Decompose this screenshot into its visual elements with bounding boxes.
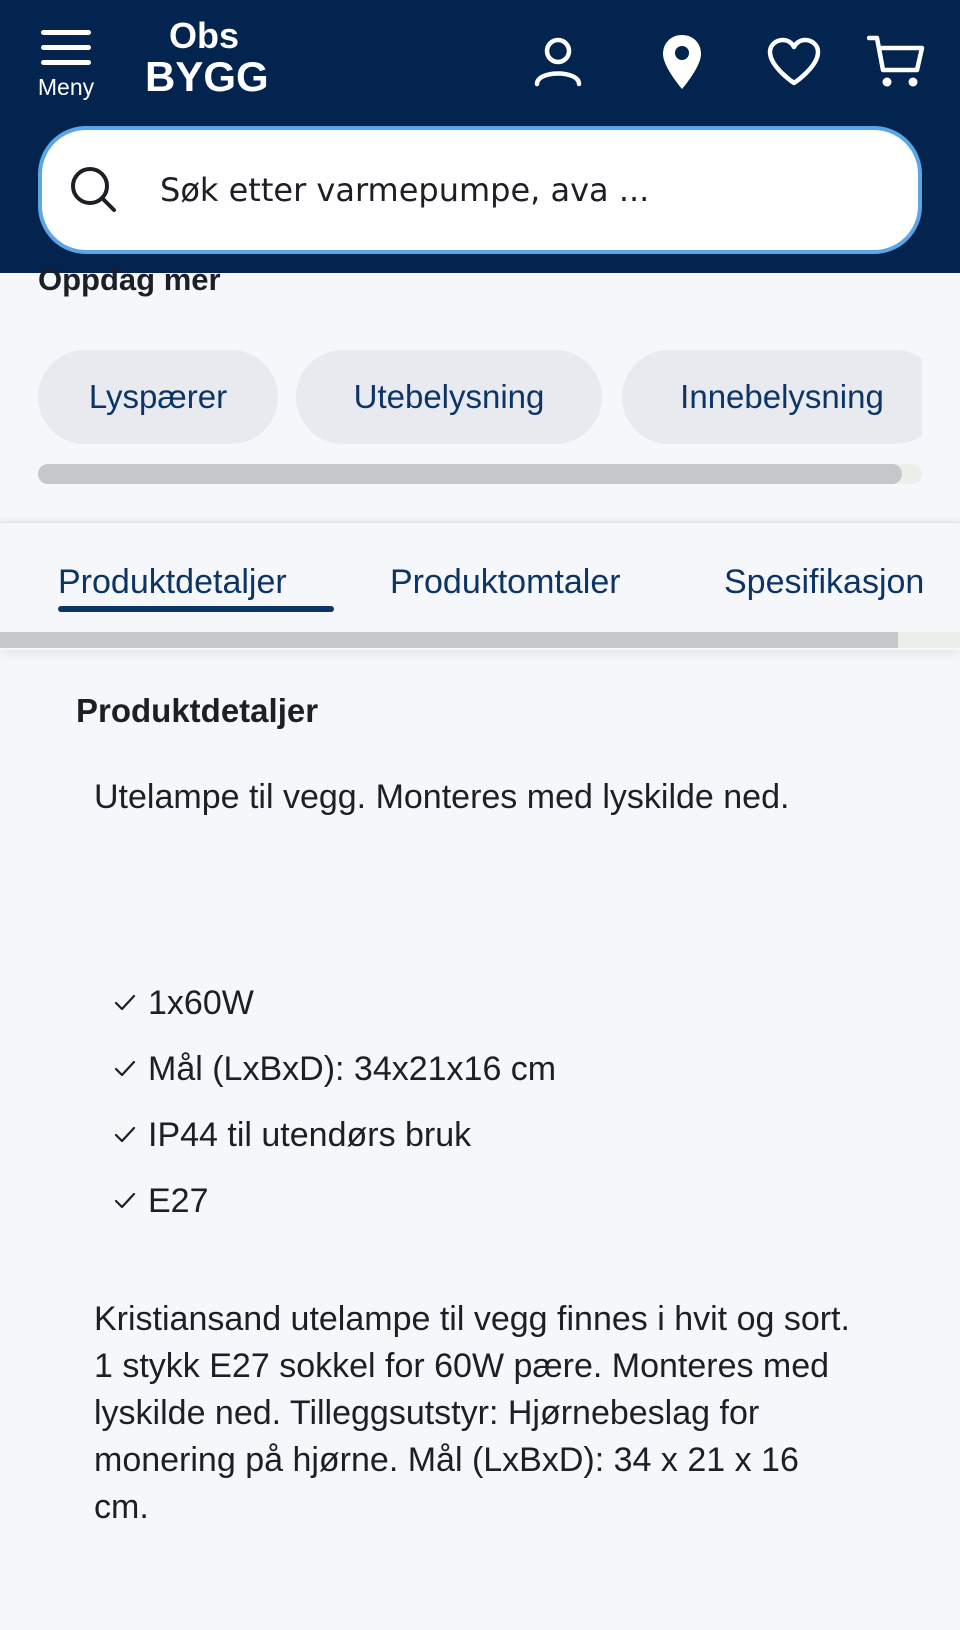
feature-item: IP44 til utendørs bruk (112, 1102, 812, 1168)
store-locator-button[interactable] (650, 30, 714, 94)
site-header: Meny Obs BYGG (0, 0, 960, 273)
active-tab-indicator (58, 606, 334, 612)
check-icon (114, 994, 136, 1011)
chip-utebelysning[interactable]: Utebelysning (296, 350, 602, 444)
menu-button[interactable]: Meny (28, 28, 104, 104)
feature-text: 1x60W (148, 983, 254, 1022)
menu-label: Meny (37, 74, 95, 100)
cart-icon (867, 35, 925, 87)
page: Meny Obs BYGG Søk etter varmepumpe, ava … (0, 0, 960, 1630)
chip-innebelysning[interactable]: Innebelysning (622, 350, 922, 444)
obs-bygg-logo[interactable]: Obs BYGG (145, 15, 269, 100)
chip-scrollbar[interactable] (38, 464, 922, 484)
menu-icon (41, 30, 91, 65)
product-intro-text: Utelampe til vegg. Monteres med lyskilde… (94, 778, 790, 816)
feature-list: 1x60W Mål (LxBxD): 34x21x16 cm IP44 til … (112, 970, 812, 1234)
search-input[interactable] (160, 150, 860, 230)
tab-produktomtaler[interactable]: Produktomtaler (390, 563, 621, 602)
check-icon (114, 1126, 136, 1143)
category-chip-list: Lyspærer Utebelysning Innebelysning (38, 350, 922, 446)
product-description-text: Kristiansand utelampe til vegg finnes i … (94, 1300, 850, 1526)
chip-lyspaerer[interactable]: Lyspærer (38, 350, 278, 444)
tabs-scrollbar-thumb[interactable] (0, 632, 898, 648)
product-details-heading: Produktdetaljer (76, 692, 319, 729)
chip-scrollbar-thumb[interactable] (38, 464, 902, 484)
search-bar[interactable] (38, 126, 922, 254)
check-icon (114, 1060, 136, 1077)
logo-bottom-text: BYGG (145, 53, 269, 100)
feature-text: E27 (148, 1181, 209, 1220)
feature-item: Mål (LxBxD): 34x21x16 cm (112, 1036, 812, 1102)
user-icon (534, 37, 582, 87)
check-icon (114, 1192, 136, 1209)
wishlist-button[interactable] (762, 30, 826, 94)
search-icon[interactable] (64, 160, 124, 220)
feature-text: IP44 til utendørs bruk (148, 1115, 472, 1154)
tab-spesifikasjoner[interactable]: Spesifikasjon (724, 563, 924, 602)
feature-item: 1x60W (112, 970, 812, 1036)
feature-item: E27 (112, 1168, 812, 1234)
heart-icon (767, 37, 821, 86)
tabs-scrollbar[interactable] (0, 632, 960, 648)
product-tabs: Produktdetaljer Produktomtaler Spesifika… (0, 522, 960, 650)
logo-top-text: Obs (168, 15, 239, 56)
feature-text: Mål (LxBxD): 34x21x16 cm (148, 1049, 557, 1088)
location-pin-icon (663, 35, 701, 89)
account-button[interactable] (526, 30, 590, 94)
tab-produktdetaljer[interactable]: Produktdetaljer (58, 563, 287, 602)
discover-more-title: Oppdag mer (38, 262, 221, 297)
cart-button[interactable] (864, 30, 928, 94)
